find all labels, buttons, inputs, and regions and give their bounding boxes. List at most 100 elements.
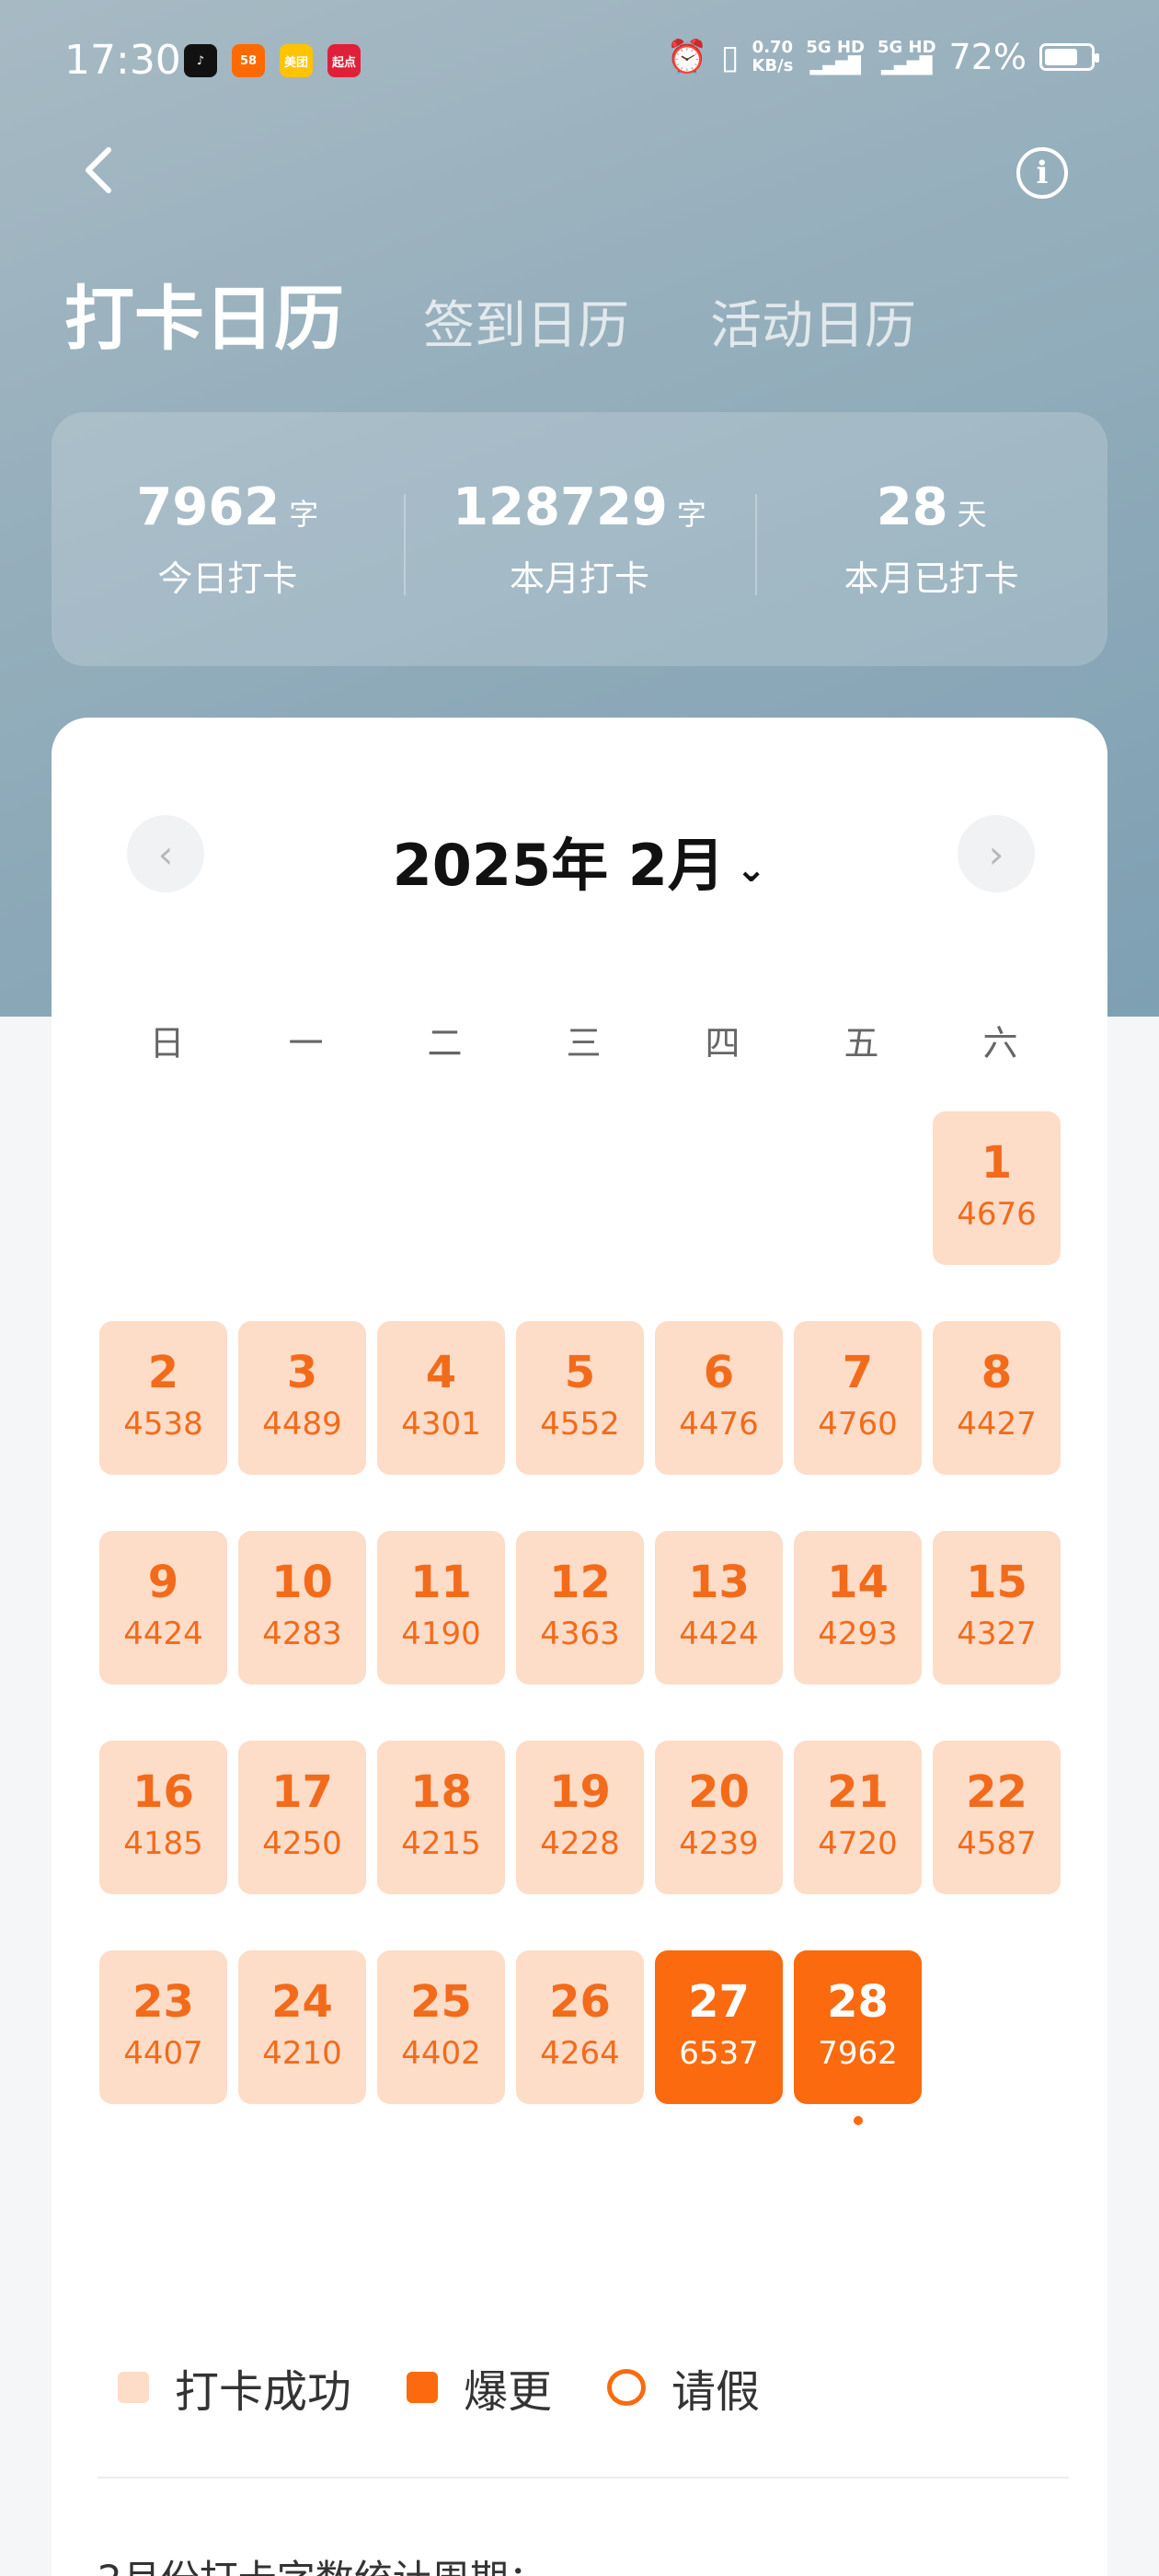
day-word-count: 4293: [818, 1616, 898, 1652]
calendar-day[interactable]: 5 4552: [516, 1321, 644, 1475]
stat-item: 28 天本月已打卡: [755, 477, 1107, 601]
notification-app-icons: ♪ 58 美团 起点: [184, 44, 361, 77]
signal-1-label: 5G HD: [806, 38, 865, 57]
tab-1[interactable]: 签到日历: [423, 284, 629, 359]
calendar-day[interactable]: 12 4363: [516, 1531, 644, 1685]
day-number: 18: [410, 1766, 472, 1818]
next-month-button[interactable]: ›: [958, 815, 1035, 892]
calendar-day[interactable]: 24 4210: [238, 1950, 366, 2104]
month-selector[interactable]: 2025年 2月 ⌄: [52, 819, 1107, 902]
stat-item: 7962 字今日打卡: [52, 477, 404, 601]
calendar-day[interactable]: 27 6537: [655, 1950, 783, 2104]
day-word-count: 4476: [679, 1406, 759, 1443]
day-word-count: 4185: [123, 1825, 203, 1862]
stat-value: 7962: [136, 477, 281, 537]
day-word-count: 4239: [679, 1825, 759, 1862]
month-title: 2025年 2月: [392, 832, 725, 899]
calendar-day[interactable]: 19 4228: [516, 1741, 644, 1894]
calendar-day[interactable]: 22 4587: [933, 1741, 1061, 1894]
day-number: 10: [271, 1557, 333, 1608]
calendar-day[interactable]: 10 4283: [238, 1531, 366, 1685]
day-number: 27: [688, 1976, 750, 2028]
legend-leave: 请假: [607, 2355, 760, 2420]
legend-done-label: 打卡成功: [175, 2366, 352, 2418]
calendar-day[interactable]: 26 4264: [516, 1950, 644, 2104]
calendar-day[interactable]: 4 4301: [377, 1321, 505, 1475]
calendar-day[interactable]: 18 4215: [377, 1741, 505, 1894]
chevron-left-icon: [86, 147, 111, 193]
calendar-day[interactable]: 20 4239: [655, 1741, 783, 1894]
weekday-label: 五: [843, 1023, 879, 1064]
tab-2[interactable]: 活动日历: [710, 284, 916, 359]
stat-unit: 天: [957, 497, 987, 532]
calendar-day[interactable]: 9 4424: [99, 1531, 227, 1685]
weekday-label: 日: [149, 1023, 185, 1064]
calendar-day[interactable]: 23 4407: [99, 1950, 227, 2104]
day-number: 5: [564, 1347, 596, 1398]
back-button[interactable]: [74, 143, 129, 198]
calendar-day[interactable]: 17 4250: [238, 1741, 366, 1894]
day-number: 16: [132, 1766, 194, 1818]
signal-bars-icon: ▂▄▆█: [881, 56, 933, 75]
calendar-day[interactable]: 16 4185: [99, 1741, 227, 1894]
vibrate-icon: ▯: [720, 38, 740, 76]
status-bar: 17:30 ♪ 58 美团 起点 ⏰ ▯ 0.70 KB/s 5G HD ▂▄▆█ 5…: [0, 0, 1159, 120]
weekday-label: 六: [982, 1023, 1018, 1064]
calendar-day[interactable]: 8 4427: [933, 1321, 1061, 1475]
day-number: 26: [549, 1976, 611, 2028]
meituan-icon: 美团: [280, 44, 313, 77]
calendar-day[interactable]: 2 4538: [99, 1321, 227, 1475]
calendar-day[interactable]: 6 4476: [655, 1321, 783, 1475]
day-word-count: 4424: [679, 1616, 759, 1652]
calendar-day[interactable]: 14 4293: [794, 1531, 922, 1685]
info-button[interactable]: i: [1016, 147, 1068, 199]
day-word-count: 4264: [540, 2035, 620, 2072]
signal-2: 5G HD ▂▄▆█: [878, 39, 936, 75]
day-number: 14: [827, 1557, 889, 1608]
weekday-header: 日一二三四五六: [98, 1015, 1070, 1065]
day-word-count: 4250: [262, 1825, 342, 1862]
battery-fill: [1045, 49, 1077, 65]
day-number: 6: [703, 1347, 735, 1398]
day-word-count: 4427: [957, 1406, 1037, 1443]
day-number: 2: [147, 1347, 179, 1398]
legend-burst-label: 爆更: [464, 2366, 553, 2418]
day-word-count: 4210: [262, 2035, 342, 2072]
info-icon: i: [1036, 155, 1049, 191]
day-number: 7: [842, 1347, 874, 1398]
day-number: 25: [410, 1976, 472, 2028]
calendar-day[interactable]: 28 7962: [794, 1950, 922, 2104]
calendar-card: ‹ 2025年 2月 ⌄ › 日一二三四五六 1 4676 2 4538 3 4489 4 43…: [52, 718, 1107, 2576]
signal-1: 5G HD ▂▄▆█: [806, 39, 865, 75]
calendar-day[interactable]: 7 4760: [794, 1321, 922, 1475]
day-word-count: 4538: [123, 1406, 203, 1443]
stat-label: 今日打卡: [157, 558, 298, 599]
calendar-day[interactable]: 25 4402: [377, 1950, 505, 2104]
calendar-day[interactable]: 21 4720: [794, 1741, 922, 1894]
calendar-day[interactable]: 13 4424: [655, 1531, 783, 1685]
stat-value: 28: [876, 477, 948, 537]
tab-0[interactable]: 打卡日历: [64, 262, 344, 363]
stats-panel: 7962 字今日打卡 128729 字本月打卡 28 天本月已打卡: [52, 412, 1107, 666]
day-word-count: 4760: [818, 1406, 898, 1443]
network-speed-unit: KB/s: [752, 56, 794, 75]
day-number: 22: [966, 1766, 1027, 1818]
stat-label: 本月打卡: [510, 558, 650, 599]
day-word-count: 6537: [679, 2035, 759, 2072]
day-word-count: 4363: [540, 1616, 620, 1652]
day-number: 12: [549, 1557, 611, 1608]
day-word-count: 4402: [401, 2035, 481, 2072]
calendar-day[interactable]: 11 4190: [377, 1531, 505, 1685]
calendar-day[interactable]: 15 4327: [933, 1531, 1061, 1685]
calendar-day[interactable]: 1 4676: [933, 1111, 1061, 1265]
calendar-grid: 1 4676 2 4538 3 4489 4 4301 5 4552 6 4476 7 4760 8 4427…: [99, 1111, 1074, 2125]
day-word-count: 4190: [401, 1616, 481, 1652]
day-number: 23: [132, 1976, 194, 2028]
stat-item: 128729 字本月打卡: [403, 477, 756, 601]
douyin-icon: ♪: [184, 44, 217, 77]
network-speed-value: 0.70: [752, 38, 794, 57]
calendar-tabs: 打卡日历 签到日历 活动日历: [64, 262, 997, 363]
58-icon: 58: [232, 44, 265, 77]
calendar-day[interactable]: 3 4489: [238, 1321, 366, 1475]
day-word-count: 4489: [262, 1406, 342, 1443]
